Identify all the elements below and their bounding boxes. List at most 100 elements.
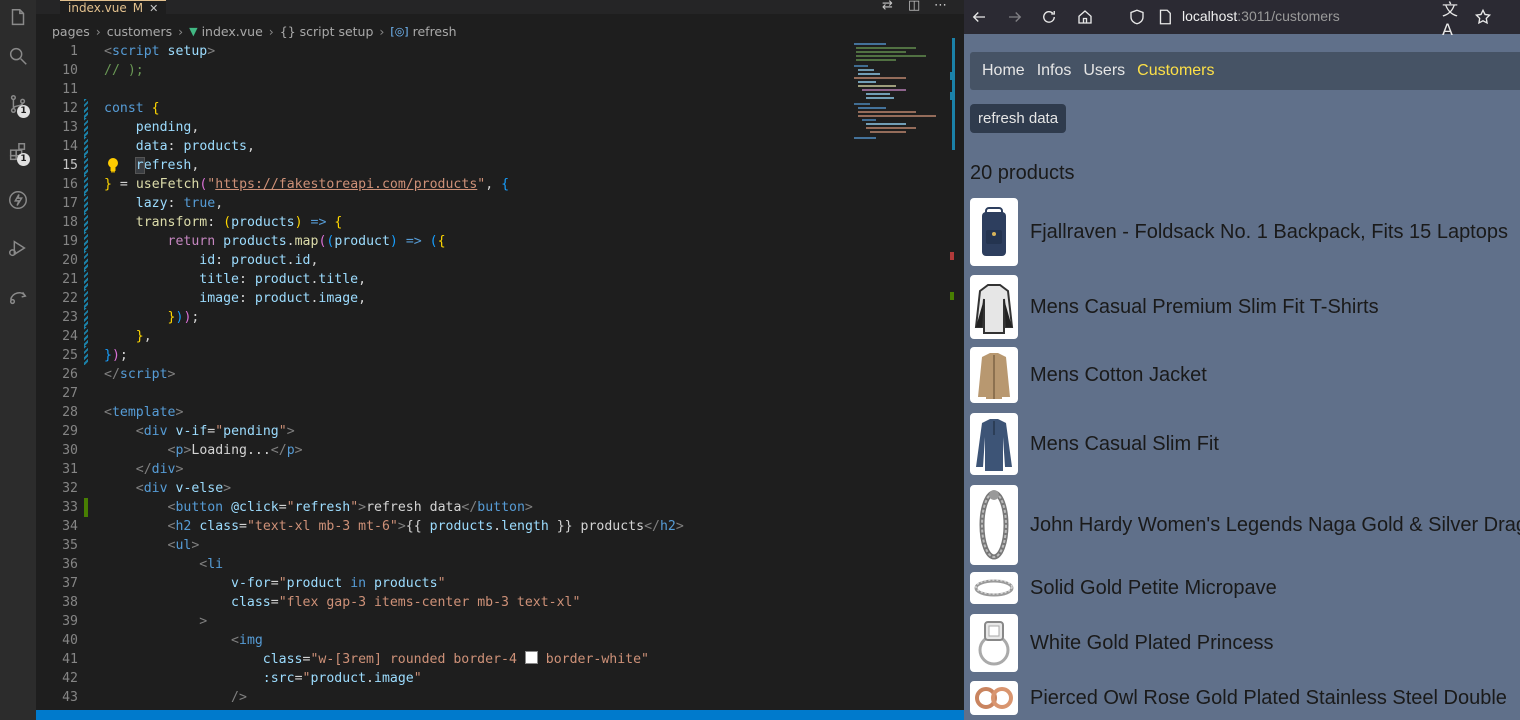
code-text: > xyxy=(199,614,208,629)
nav-home[interactable]: Home xyxy=(982,62,1025,80)
source-control-icon[interactable]: 1 xyxy=(0,86,36,122)
forward-icon[interactable] xyxy=(1004,6,1026,28)
code-text: <li xyxy=(199,557,224,572)
code-text: class="flex gap-3 items-center mb-3 text… xyxy=(231,595,581,610)
code-line[interactable]: 38 class="flex gap-3 items-center mb-3 t… xyxy=(36,593,956,612)
line-number: 39 xyxy=(62,614,78,629)
code-line[interactable]: 14 data: products, xyxy=(36,137,956,156)
minimap[interactable] xyxy=(846,40,956,150)
breadcrumb-item-file[interactable]: index.vue xyxy=(202,24,263,39)
code-line[interactable]: 27 xyxy=(36,384,956,403)
line-number: 13 xyxy=(62,120,78,135)
code-line[interactable]: 35 <ul> xyxy=(36,536,956,555)
variable-symbol-icon: [◎] xyxy=(390,24,409,38)
code-line[interactable]: 28 <template> xyxy=(36,403,956,422)
gutter-modified-marker xyxy=(84,289,88,308)
code-line[interactable]: 24 }, xyxy=(36,327,956,346)
code-line[interactable]: 21 title: product.title, xyxy=(36,270,956,289)
nav-users[interactable]: Users xyxy=(1083,62,1125,80)
code-line[interactable]: 13 pending, xyxy=(36,118,956,137)
code-line[interactable]: 15 refresh, xyxy=(36,156,956,175)
vue-file-icon: ▼ xyxy=(189,24,198,38)
code-line[interactable]: 26 </script> xyxy=(36,365,956,384)
code-area[interactable]: 1 <script setup> 10 // ); 11 12 const {13 pend… xyxy=(36,42,964,710)
line-number: 25 xyxy=(62,348,78,363)
code-line[interactable]: 18 transform: (products) => { xyxy=(36,213,956,232)
home-icon[interactable] xyxy=(1074,6,1096,28)
line-number: 40 xyxy=(62,633,78,648)
code-text: <img xyxy=(231,633,263,648)
code-editor: index.vue M ✕ ⇄ ◫ ⋯ pages › customers › … xyxy=(36,0,964,720)
translate-icon[interactable]: 文A xyxy=(1442,0,1464,39)
open-changes-icon[interactable]: ⇄ xyxy=(882,0,893,13)
product-title: Fjallraven - Foldsack No. 1 Backpack, Fi… xyxy=(1030,220,1508,243)
code-line[interactable]: 19 return products.map((product) => ({ xyxy=(36,232,956,251)
reload-icon[interactable] xyxy=(1038,6,1060,28)
tab-index-vue[interactable]: index.vue M ✕ xyxy=(60,0,167,15)
remote-explorer-icon[interactable] xyxy=(0,278,36,314)
code-text: <button @click="refresh">refresh data</b… xyxy=(167,500,533,515)
code-text: :src="product.image" xyxy=(262,671,422,686)
run-debug-icon[interactable] xyxy=(0,230,36,266)
shield-icon[interactable] xyxy=(1126,6,1148,28)
lightbulb-icon[interactable] xyxy=(106,157,120,173)
code-line[interactable]: 36 <li xyxy=(36,555,956,574)
extensions-icon[interactable]: 1 xyxy=(0,134,36,170)
breadcrumb-item-pages[interactable]: pages xyxy=(52,24,90,39)
scrollbar-error-marker xyxy=(950,252,954,260)
scrollbar-change-marker xyxy=(950,92,954,100)
back-icon[interactable] xyxy=(968,6,990,28)
code-line[interactable]: 42 :src="product.image" xyxy=(36,669,956,688)
code-line[interactable]: 31 </div> xyxy=(36,460,956,479)
breadcrumb-item-refresh[interactable]: refresh xyxy=(413,24,457,39)
code-line[interactable]: 23 })); xyxy=(36,308,956,327)
line-number: 29 xyxy=(62,424,78,439)
code-line[interactable]: 40 <img xyxy=(36,631,956,650)
explorer-icon[interactable] xyxy=(0,0,36,36)
code-line[interactable]: 11 xyxy=(36,80,956,99)
code-line[interactable]: 16} = useFetch("https://fakestoreapi.com… xyxy=(36,175,956,194)
refresh-data-button[interactable]: refresh data xyxy=(970,104,1067,133)
split-editor-icon[interactable]: ◫ xyxy=(908,0,920,13)
breadcrumb-item-customers[interactable]: customers xyxy=(107,24,172,39)
product-title: Mens Casual Premium Slim Fit T-Shirts xyxy=(1030,295,1379,318)
gutter-modified-marker xyxy=(84,270,88,289)
ring-icon xyxy=(970,572,1018,604)
nav-customers[interactable]: Customers xyxy=(1137,62,1214,80)
nav-infos[interactable]: Infos xyxy=(1037,62,1072,80)
code-line[interactable]: 43 /> xyxy=(36,688,956,707)
tshirt-icon xyxy=(970,275,1018,339)
code-line[interactable]: 33 <button @click="refresh">refresh data… xyxy=(36,498,956,517)
code-line[interactable]: 37 v-for="product in products" xyxy=(36,574,956,593)
code-text: <template> xyxy=(104,405,184,420)
product-item: Pierced Owl Rose Gold Plated Stainless S… xyxy=(970,681,1507,715)
code-line[interactable]: 30 <p>Loading...</p> xyxy=(36,441,956,460)
code-line[interactable]: 41 class="w-[3rem] rounded border-4 bord… xyxy=(36,650,956,669)
code-line[interactable]: 29 <div v-if="pending"> xyxy=(36,422,956,441)
lightning-icon[interactable] xyxy=(0,182,36,218)
code-line[interactable]: 1 <script setup> xyxy=(36,42,956,61)
line-number: 34 xyxy=(62,519,78,534)
gutter-modified-marker xyxy=(84,232,88,251)
code-line[interactable]: 32 <div v-else> xyxy=(36,479,956,498)
more-actions-icon[interactable]: ⋯ xyxy=(934,0,947,13)
breadcrumb-item-script-setup[interactable]: {} script setup xyxy=(280,24,374,39)
code-line[interactable]: 25}); xyxy=(36,346,956,365)
url-bar[interactable]: localhost:3011/customers xyxy=(1182,8,1340,24)
line-number: 30 xyxy=(62,443,78,458)
star-icon[interactable] xyxy=(1472,6,1494,28)
code-line[interactable]: 10 // ); xyxy=(36,61,956,80)
code-text: </script> xyxy=(104,367,176,382)
code-line[interactable]: 39 > xyxy=(36,612,956,631)
search-icon[interactable] xyxy=(0,38,36,74)
code-line[interactable]: 34 <h2 class="text-xl mb-3 mt-6">{{ prod… xyxy=(36,517,956,536)
close-icon[interactable]: ✕ xyxy=(149,2,158,15)
browser-window: localhost:3011/customers 文A Home Infos U… xyxy=(964,0,1520,720)
code-line[interactable]: 20 id: product.id, xyxy=(36,251,956,270)
code-line[interactable]: 12 const { xyxy=(36,99,956,118)
page-icon xyxy=(1154,6,1176,28)
code-line[interactable]: 22 image: product.image, xyxy=(36,289,956,308)
product-item: White Gold Plated Princess xyxy=(970,614,1273,672)
line-number: 33 xyxy=(62,500,78,515)
code-line[interactable]: 17 lazy: true, xyxy=(36,194,956,213)
